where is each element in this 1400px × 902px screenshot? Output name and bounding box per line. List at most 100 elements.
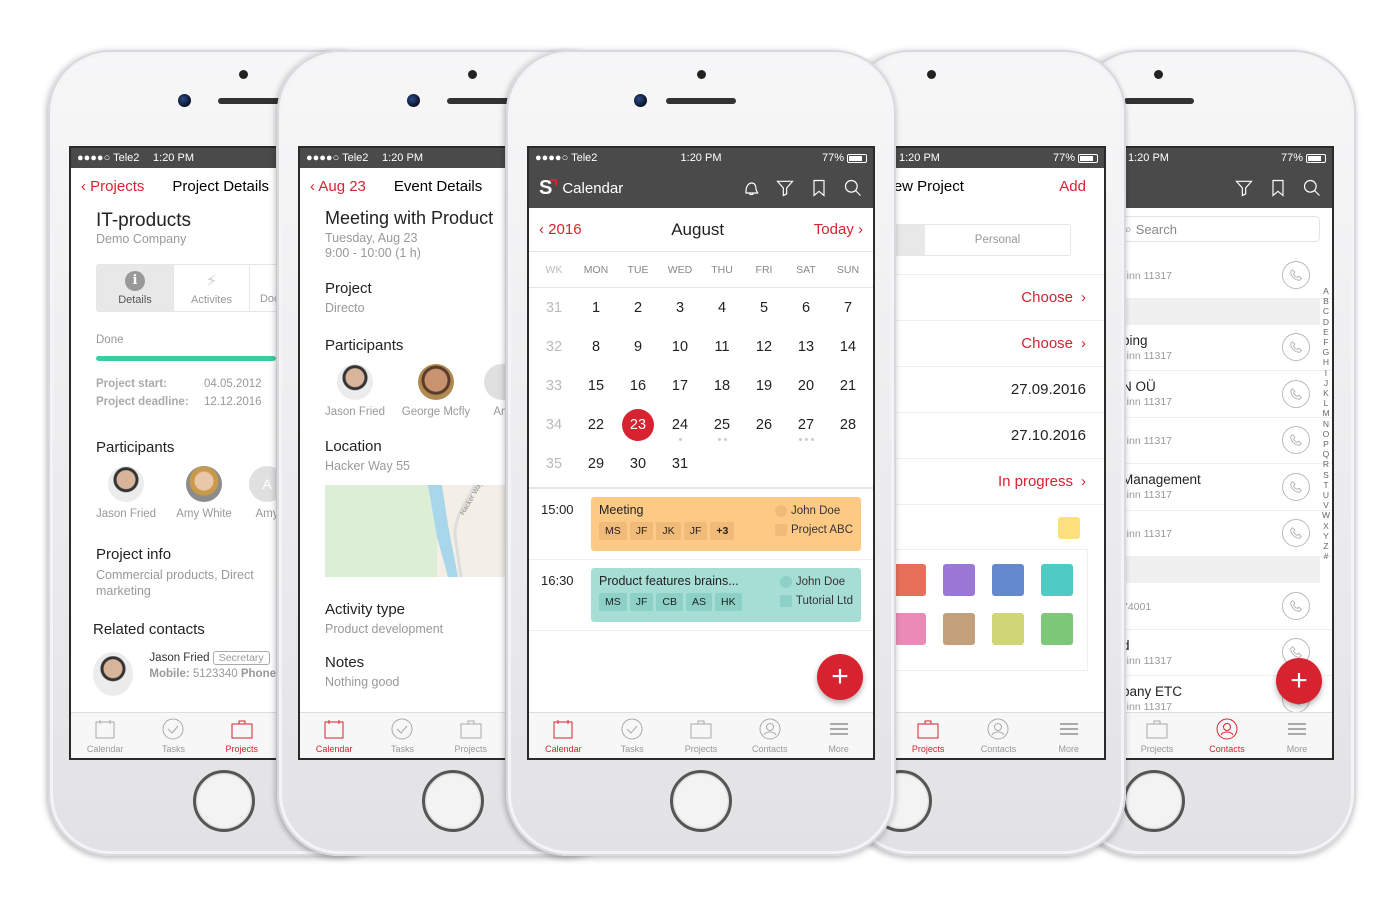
day-cell[interactable]: 27	[785, 405, 827, 444]
color-swatch[interactable]	[992, 564, 1024, 596]
add-contact-button[interactable]: +	[1276, 658, 1322, 704]
index-letter[interactable]: Y	[1322, 531, 1330, 541]
add-button[interactable]: +	[817, 654, 863, 700]
index-letter[interactable]: Q	[1322, 449, 1330, 459]
index-letter[interactable]: P	[1322, 439, 1330, 449]
day-cell[interactable]: 24	[659, 405, 701, 444]
bookmark-icon[interactable]	[809, 178, 829, 198]
day-cell[interactable]: 5	[743, 288, 785, 327]
contact-row[interactable]: 74001	[1122, 583, 1332, 630]
search-icon[interactable]	[1302, 178, 1322, 198]
index-letter[interactable]: X	[1322, 521, 1330, 531]
back-button[interactable]: ‹ Aug 23	[310, 178, 366, 195]
index-letter[interactable]: H	[1322, 357, 1330, 367]
index-letter[interactable]: D	[1322, 317, 1330, 327]
event-card[interactable]: Product features brains... MS JF CB AS HK Joh…	[591, 568, 861, 622]
event-card[interactable]: Meeting MS JF JK JF +3 John Doe Project ABC	[591, 497, 861, 551]
day-cell[interactable]: 29	[575, 444, 617, 483]
index-letter[interactable]: A	[1322, 286, 1330, 296]
filter-icon[interactable]	[1234, 178, 1254, 198]
day-cell[interactable]: 18	[701, 366, 743, 405]
index-letter[interactable]: E	[1322, 327, 1330, 337]
selected-color-swatch[interactable]	[1058, 517, 1080, 539]
tab-contacts[interactable]: Contacts	[1197, 717, 1257, 754]
day-cell[interactable]: 12	[743, 327, 785, 366]
color-swatch[interactable]	[894, 564, 926, 596]
color-row[interactable]	[893, 505, 1104, 539]
participant[interactable]: Am	[482, 364, 505, 418]
contact-row[interactable]: ping llinn 11317	[1122, 325, 1332, 371]
day-cell[interactable]: 7	[827, 288, 869, 327]
day-cell[interactable]: 17	[659, 366, 701, 405]
call-button[interactable]	[1282, 260, 1310, 289]
day-cell[interactable]: 16	[617, 366, 659, 405]
day-cell[interactable]: 14	[827, 327, 869, 366]
participant[interactable]: Amy White	[169, 466, 239, 520]
home-button[interactable]	[670, 770, 732, 832]
participant[interactable]: Jason Fried	[91, 466, 161, 520]
today-button[interactable]: Today ›	[814, 221, 863, 238]
segment-selected[interactable]	[893, 225, 925, 255]
home-button[interactable]	[1123, 770, 1185, 832]
contact-row[interactable]: llinn 11317	[1122, 418, 1332, 464]
index-letter[interactable]: S	[1322, 470, 1330, 480]
segment-personal[interactable]: Personal	[925, 225, 1070, 255]
day-cell[interactable]: 8	[575, 327, 617, 366]
index-letter[interactable]: N	[1322, 419, 1330, 429]
tab-projects[interactable]: Projects	[671, 717, 731, 754]
color-swatch[interactable]	[1041, 613, 1073, 645]
tab-projects[interactable]: Projects	[212, 717, 272, 754]
back-button[interactable]: ‹ Projects	[81, 178, 144, 195]
day-cell[interactable]: 26	[743, 405, 785, 444]
call-button[interactable]	[1282, 379, 1310, 408]
index-letter[interactable]: L	[1322, 398, 1330, 408]
index-letter[interactable]: R	[1322, 459, 1330, 469]
tab-calendar[interactable]: Calendar	[75, 717, 135, 754]
tab-tasks[interactable]: Tasks	[143, 717, 203, 754]
index-letter[interactable]: B	[1322, 296, 1330, 306]
day-cell[interactable]: 15	[575, 366, 617, 405]
day-cell[interactable]: 20	[785, 366, 827, 405]
search-input[interactable]: ⌕ Search	[1122, 216, 1320, 242]
day-cell[interactable]: 22	[575, 405, 617, 444]
search-icon[interactable]	[843, 178, 863, 198]
day-cell[interactable]: 9	[617, 327, 659, 366]
index-letter[interactable]: T	[1322, 480, 1330, 490]
call-button[interactable]	[1282, 472, 1310, 501]
call-button[interactable]	[1282, 519, 1310, 548]
tab-calendar[interactable]: Calendar	[304, 717, 364, 754]
tab-projects[interactable]: Projects	[1127, 717, 1187, 754]
call-button[interactable]	[1282, 591, 1310, 620]
location-map[interactable]: Hacker Way	[325, 485, 505, 577]
color-swatch[interactable]	[992, 613, 1024, 645]
alphabet-index[interactable]: A B C D E F G H I J K L M N O P Q R S T U V W X Y Z #	[1322, 286, 1330, 561]
event-item[interactable]: 16:30 Product features brains... MS JF CB AS…	[529, 560, 873, 631]
prev-year-button[interactable]: ‹ 2016	[539, 221, 582, 238]
tab-calendar[interactable]: Calendar	[533, 717, 593, 754]
color-swatch[interactable]	[943, 613, 975, 645]
event-item[interactable]: 15:00 Meeting MS JF JK JF +3 John Doe Project…	[529, 489, 873, 560]
index-letter[interactable]: Z	[1322, 541, 1330, 551]
form-row[interactable]: Choose ›	[893, 321, 1104, 367]
call-button[interactable]	[1282, 426, 1310, 455]
index-letter[interactable]: I	[1322, 368, 1330, 378]
tab-more[interactable]: More	[1039, 717, 1099, 754]
day-cell[interactable]: 25	[701, 405, 743, 444]
tab-tasks[interactable]: Tasks	[602, 717, 662, 754]
day-cell[interactable]: 1	[575, 288, 617, 327]
tab-tasks[interactable]: Tasks	[372, 717, 432, 754]
index-letter[interactable]: #	[1322, 551, 1330, 561]
tab-activities[interactable]: ⚡ Activites	[173, 265, 249, 311]
form-row[interactable]: Choose ›	[893, 275, 1104, 321]
index-letter[interactable]: K	[1322, 388, 1330, 398]
day-cell[interactable]: 28	[827, 405, 869, 444]
color-swatch[interactable]	[1041, 564, 1073, 596]
bell-icon[interactable]	[741, 178, 761, 198]
bookmark-icon[interactable]	[1268, 178, 1288, 198]
day-cell[interactable]: 19	[743, 366, 785, 405]
contact-row[interactable]: llinn 11317	[1122, 252, 1332, 299]
index-letter[interactable]: M	[1322, 408, 1330, 418]
index-letter[interactable]: V	[1322, 500, 1330, 510]
tab-details[interactable]: i Details	[97, 265, 173, 311]
home-button[interactable]	[193, 770, 255, 832]
